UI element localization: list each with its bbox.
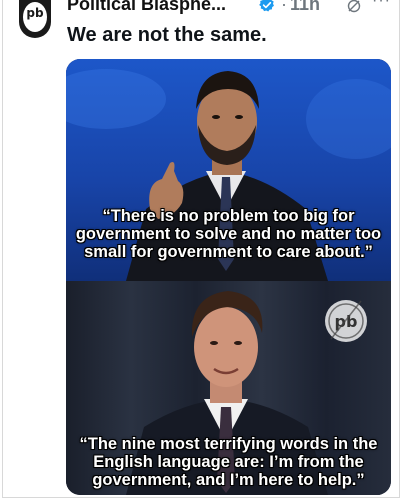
media-top-panel: “There is no problem too big for governm… [66, 59, 391, 281]
watermark-text: pb [335, 312, 358, 331]
verified-badge-icon [259, 0, 274, 12]
avatar[interactable]: pb [19, 0, 51, 38]
post-media-image[interactable]: “There is no problem too big for governm… [66, 59, 391, 495]
grok-icon[interactable] [346, 0, 362, 14]
separator-dot: · [281, 0, 287, 14]
more-options-icon[interactable]: ··· [372, 0, 391, 10]
post-text: We are not the same. [67, 24, 267, 46]
post-timestamp[interactable]: 11h [290, 0, 320, 15]
author-name[interactable]: Political Blasphe... [67, 0, 226, 15]
quote-top-text: “There is no problem too big for governm… [75, 207, 382, 261]
avatar-logo-text: pb [26, 6, 44, 20]
quote-bottom-text: “The nine most terrifying words in the E… [79, 435, 378, 489]
pb-watermark-logo: pb [325, 300, 367, 342]
